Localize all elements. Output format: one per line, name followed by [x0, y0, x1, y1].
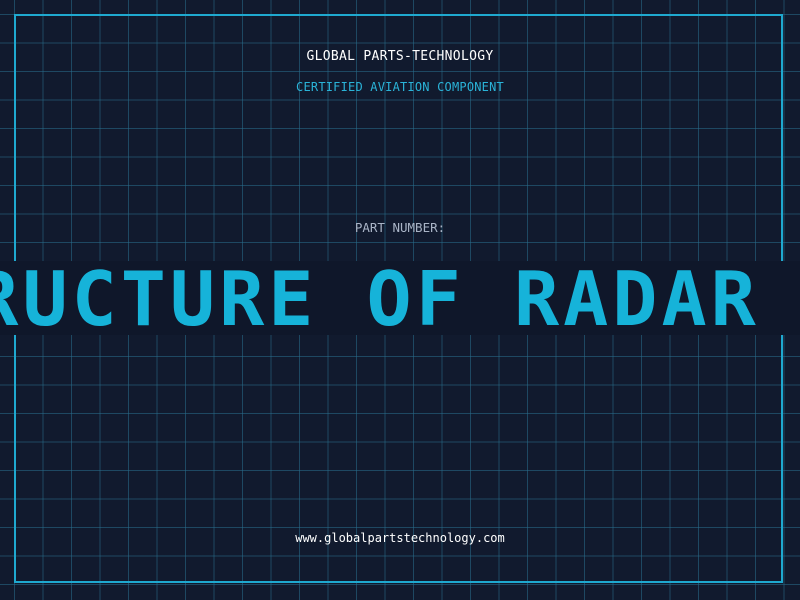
part-number-label: PART NUMBER:: [354, 220, 446, 235]
company-name: GLOBAL PARTS-TECHNOLOGY: [306, 49, 494, 64]
certificate-page: GLOBAL PARTS-TECHNOLOGY CERTIFIED AVIATI…: [0, 0, 800, 600]
website-url: www.globalpartstechnology.com: [295, 531, 505, 545]
certification-tagline: CERTIFIED AVIATION COMPONENT: [296, 80, 504, 94]
part-number-band: STRUCTURE OF RADAR SYSTEM: [0, 261, 800, 335]
part-number-value: STRUCTURE OF RADAR SYSTEM: [0, 261, 800, 335]
